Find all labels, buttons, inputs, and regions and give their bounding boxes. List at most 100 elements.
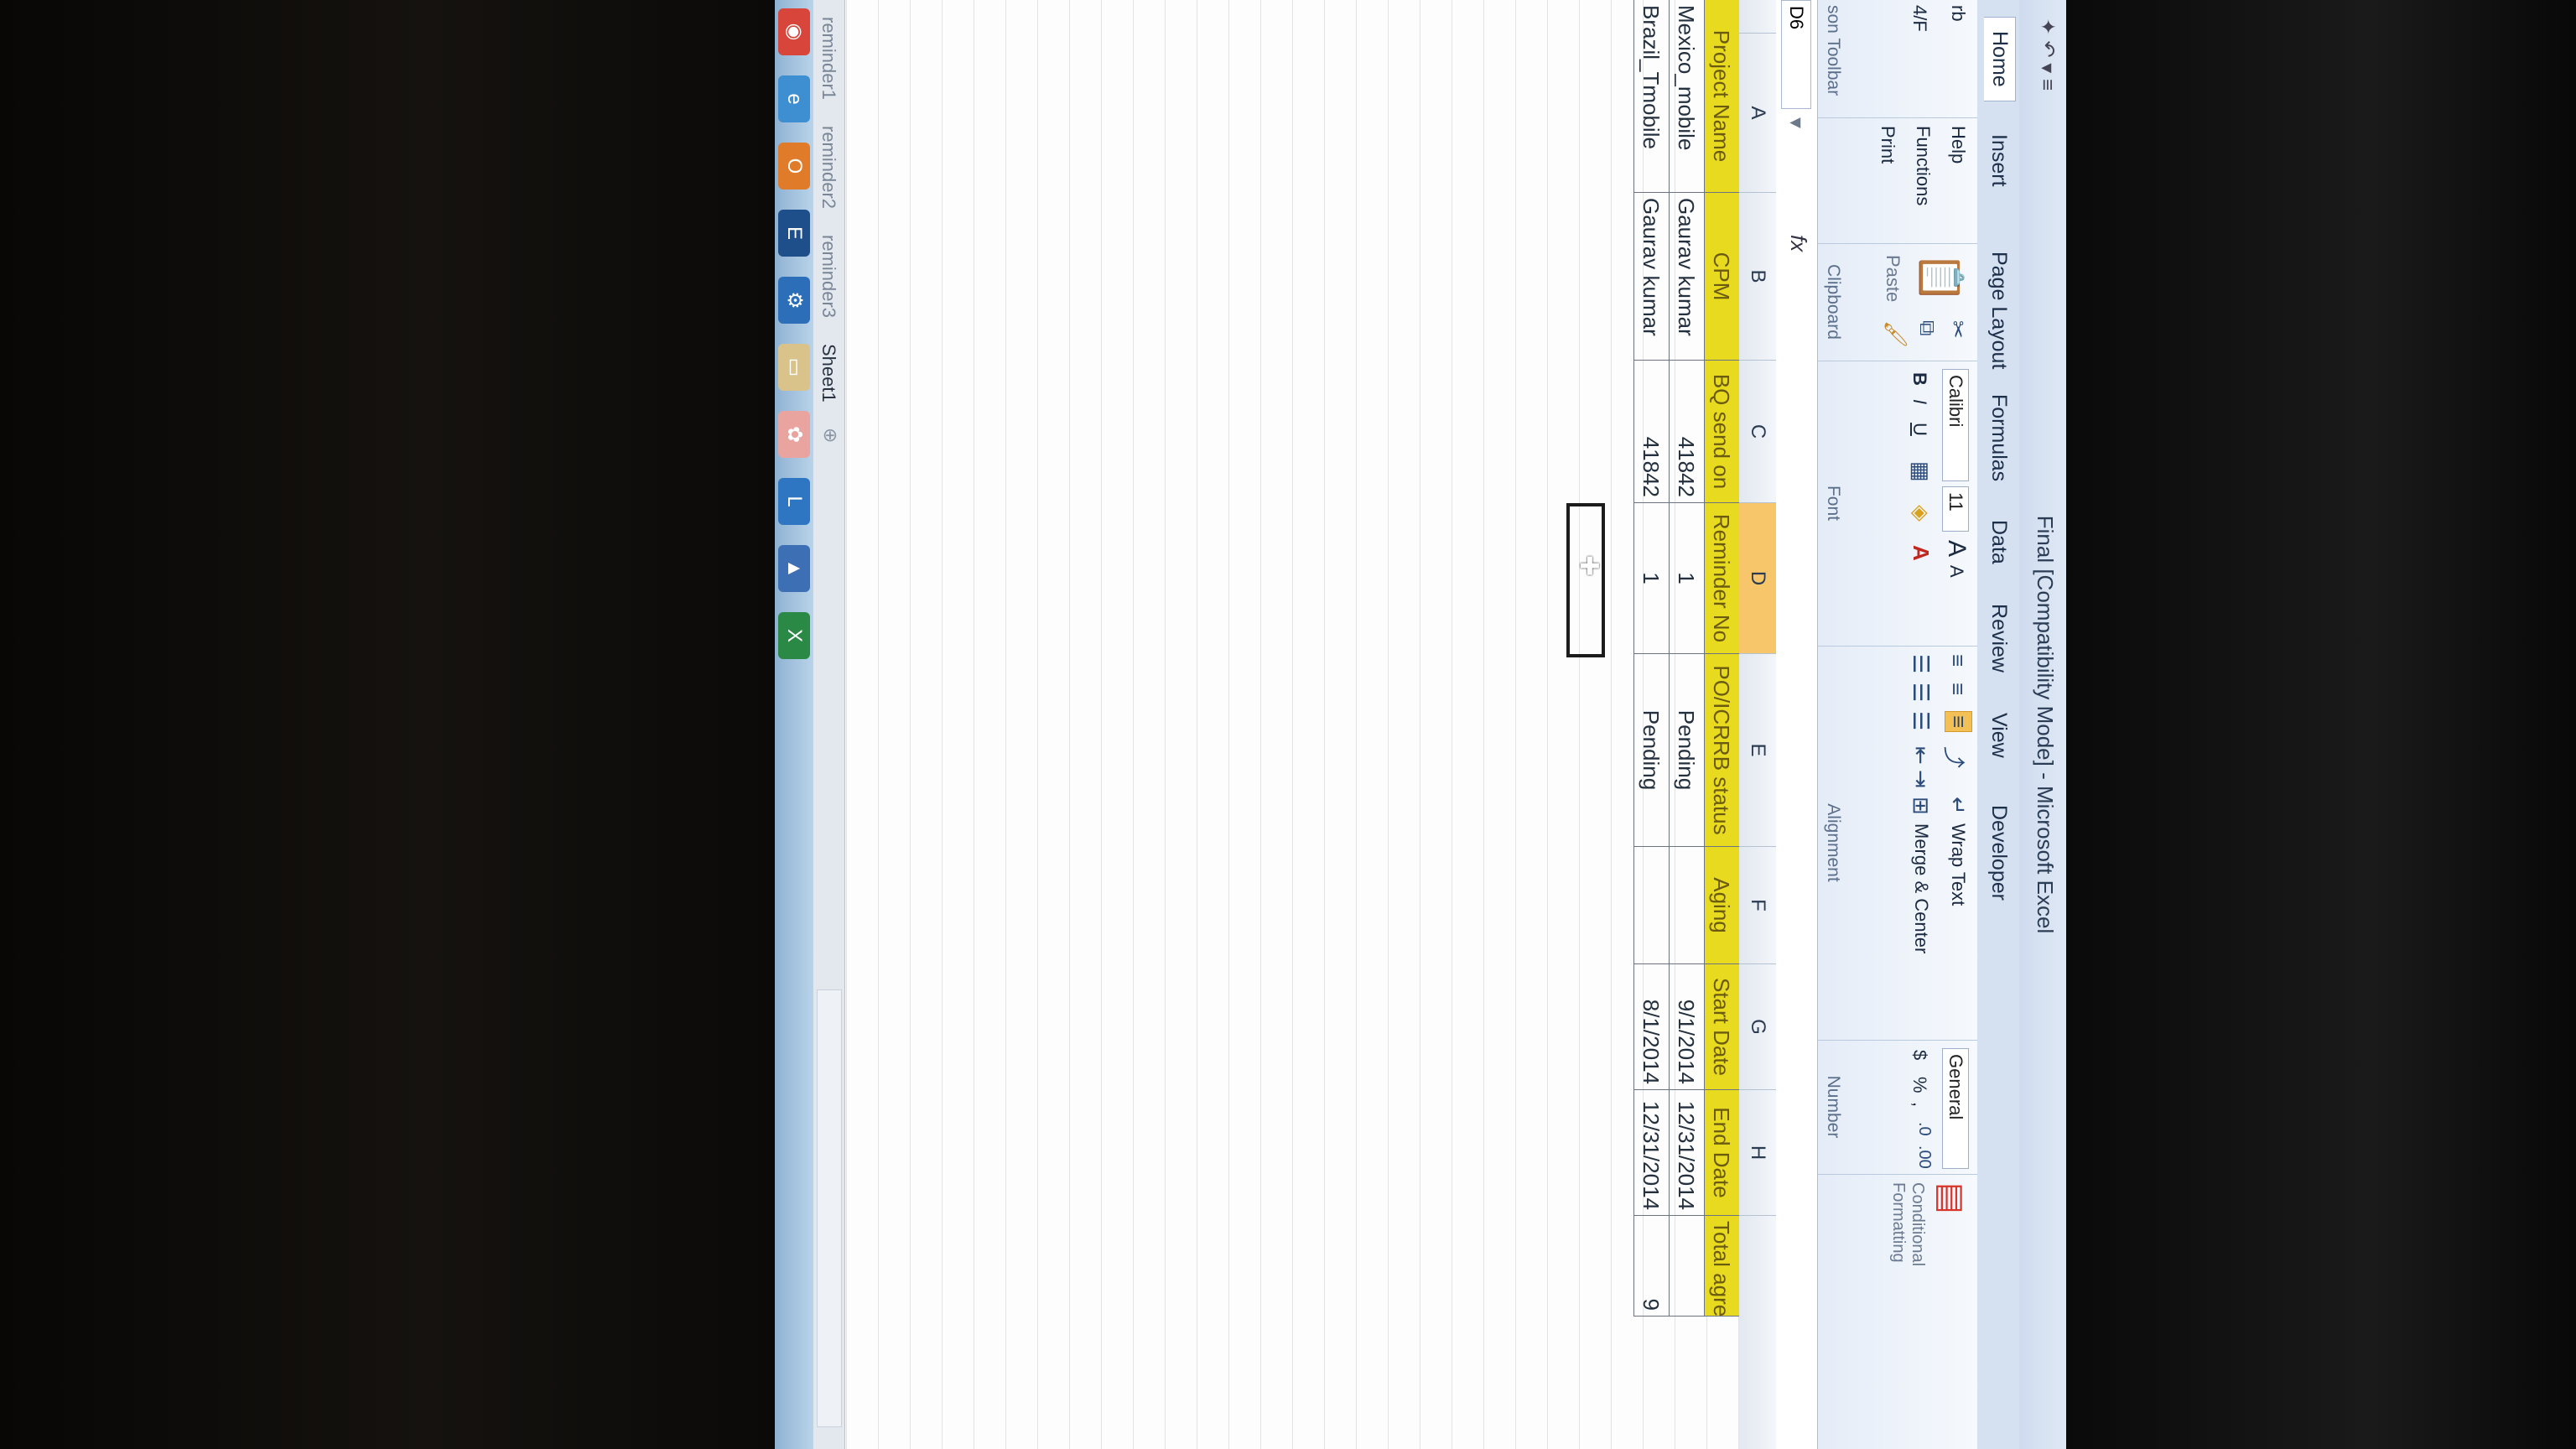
orientation-icon[interactable]: ⤴: [1940, 746, 1971, 768]
tab-home[interactable]: Home: [1984, 17, 2016, 101]
column-header-a[interactable]: A: [1739, 34, 1776, 193]
insert-function-icon[interactable]: fx: [1785, 235, 1811, 252]
number-format-select[interactable]: General: [1942, 1048, 1969, 1169]
header-cell[interactable]: PO/ICRRB status: [1704, 654, 1739, 847]
sheet-tab-reminder2[interactable]: reminder2: [818, 126, 839, 209]
chrome-icon[interactable]: ◉: [778, 8, 810, 55]
italic-button[interactable]: I: [1909, 399, 1930, 404]
excel-icon[interactable]: X: [778, 612, 810, 659]
table-cell[interactable]: Mexico_mobile: [1669, 0, 1704, 193]
header-cell[interactable]: Total agreed: [1704, 1216, 1739, 1317]
table-cell[interactable]: 41842: [1633, 361, 1669, 503]
increase-decimal-icon[interactable]: .0: [1914, 1122, 1934, 1136]
tab-insert[interactable]: Insert: [1987, 134, 2011, 187]
table-cell[interactable]: Pending: [1669, 654, 1704, 847]
active-cell-selection[interactable]: [1566, 503, 1605, 657]
grow-font-button[interactable]: A: [1942, 540, 1971, 557]
select-all-corner[interactable]: [1739, 0, 1776, 34]
align-top-icon[interactable]: ≡: [1945, 654, 1971, 667]
fill-color-icon[interactable]: ◈: [1908, 505, 1934, 522]
outlook-icon[interactable]: O: [778, 143, 810, 190]
header-cell[interactable]: Start Date: [1704, 964, 1739, 1090]
tab-review[interactable]: Review: [1987, 604, 2011, 673]
paint-icon[interactable]: ✿: [778, 411, 810, 458]
help-button[interactable]: Help: [1947, 126, 1969, 164]
header-cell[interactable]: Aging: [1704, 847, 1739, 964]
table-cell[interactable]: 8/1/2014: [1633, 964, 1669, 1090]
name-box[interactable]: D6: [1781, 0, 1811, 109]
tab-view[interactable]: View: [1987, 713, 2011, 758]
decrease-decimal-icon[interactable]: .00: [1914, 1145, 1934, 1169]
table-cell[interactable]: 9: [1633, 1216, 1669, 1317]
shrink-font-button[interactable]: A: [1945, 565, 1967, 578]
worksheet-grid[interactable]: Project Name CPM BQ send on Reminder No …: [775, 0, 1739, 1449]
column-header-d[interactable]: D: [1739, 503, 1776, 654]
wrap-text-button[interactable]: Wrap Text: [1947, 823, 1969, 906]
column-header-f[interactable]: F: [1739, 847, 1776, 964]
increase-indent-icon[interactable]: ⇥: [1908, 770, 1934, 788]
tab-data[interactable]: Data: [1987, 520, 2011, 564]
horizontal-scrollbar[interactable]: [817, 989, 842, 1427]
column-header-g[interactable]: G: [1739, 964, 1776, 1090]
align-middle-icon[interactable]: ≡: [1945, 683, 1971, 695]
folder-icon[interactable]: ▭: [778, 344, 810, 391]
print-button[interactable]: Print: [1877, 126, 1898, 164]
tab-page-layout[interactable]: Page Layout: [1987, 252, 2011, 369]
currency-button[interactable]: $: [1909, 1050, 1930, 1060]
conditional-formatting-icon[interactable]: ▤: [1932, 1182, 1971, 1214]
underline-button[interactable]: U: [1909, 423, 1930, 436]
header-cell[interactable]: End Date: [1704, 1090, 1739, 1216]
ie-icon[interactable]: e: [778, 75, 810, 122]
table-cell[interactable]: Gaurav kumar: [1633, 193, 1669, 361]
font-name-select[interactable]: Calibri: [1942, 369, 1969, 481]
font-color-icon[interactable]: A: [1908, 545, 1934, 561]
table-cell[interactable]: Gaurav kumar: [1669, 193, 1704, 361]
copy-icon[interactable]: ⧉: [1914, 320, 1940, 336]
e-icon[interactable]: E: [778, 210, 810, 257]
sheet-tab-reminder1[interactable]: reminder1: [818, 17, 839, 100]
conditional-formatting-button[interactable]: Conditional Formatting: [1888, 1182, 1927, 1266]
table-cell[interactable]: [1633, 847, 1669, 964]
percent-button[interactable]: %: [1909, 1077, 1930, 1093]
align-left-icon[interactable]: ☰: [1908, 654, 1934, 673]
font-size-select[interactable]: 11: [1942, 486, 1969, 532]
table-cell[interactable]: 41842: [1669, 361, 1704, 503]
name-box-dropdown-icon[interactable]: ▾: [1784, 117, 1810, 128]
align-center-icon[interactable]: ☰: [1908, 683, 1934, 702]
tab-developer[interactable]: Developer: [1987, 805, 2011, 901]
table-cell[interactable]: 1: [1633, 503, 1669, 654]
header-cell[interactable]: CPM: [1704, 193, 1739, 361]
lync-icon[interactable]: L: [778, 478, 810, 525]
cut-icon[interactable]: ✂: [1945, 320, 1971, 339]
bold-button[interactable]: B: [1909, 372, 1930, 386]
paste-button[interactable]: Paste: [1882, 255, 1903, 302]
wrap-text-icon[interactable]: ↵: [1945, 797, 1971, 815]
table-cell[interactable]: [1669, 847, 1704, 964]
header-cell[interactable]: BQ send on: [1704, 361, 1739, 503]
functions-button[interactable]: Functions: [1912, 126, 1934, 205]
merge-center-icon[interactable]: ⊞: [1908, 797, 1934, 815]
borders-icon[interactable]: ▦: [1908, 461, 1934, 482]
format-painter-icon[interactable]: 🖌: [1883, 320, 1909, 348]
table-cell[interactable]: 12/31/2014: [1633, 1090, 1669, 1216]
merge-center-button[interactable]: Merge & Center: [1910, 823, 1932, 953]
network-icon[interactable]: ⚙: [778, 277, 810, 324]
header-cell[interactable]: Project Name: [1704, 0, 1739, 193]
table-cell[interactable]: 12/31/2014: [1669, 1090, 1704, 1216]
header-cell[interactable]: Reminder No: [1704, 503, 1739, 654]
column-header-e[interactable]: E: [1739, 654, 1776, 847]
sheet-tab-sheet1[interactable]: Sheet1: [818, 344, 839, 402]
align-bottom-icon[interactable]: ≡: [1945, 711, 1972, 733]
comma-button[interactable]: ,: [1909, 1102, 1930, 1107]
table-cell[interactable]: 9/1/2014: [1669, 964, 1704, 1090]
app-icon[interactable]: ▲: [778, 545, 810, 592]
table-cell[interactable]: [1669, 1216, 1704, 1317]
insert-sheet-icon[interactable]: ⊕: [819, 428, 841, 443]
table-cell[interactable]: Brazil_Tmobile: [1633, 0, 1669, 193]
tab-formulas[interactable]: Formulas: [1987, 394, 2011, 481]
column-header-h[interactable]: H: [1739, 1090, 1776, 1216]
sheet-tab-reminder3[interactable]: reminder3: [818, 235, 839, 318]
clipboard-icon[interactable]: 📋: [1916, 252, 1966, 304]
column-header-b[interactable]: B: [1739, 193, 1776, 361]
table-cell[interactable]: Pending: [1633, 654, 1669, 847]
